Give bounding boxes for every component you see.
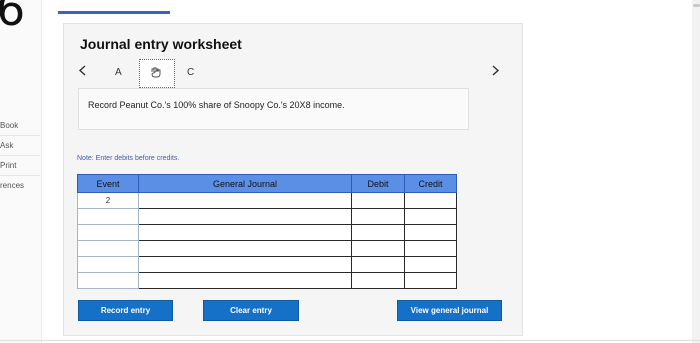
credit-input[interactable] bbox=[404, 240, 457, 257]
table-row bbox=[77, 208, 457, 225]
credit-input[interactable] bbox=[404, 256, 457, 273]
column-header-credit: Credit bbox=[404, 174, 457, 193]
chevron-left-icon[interactable] bbox=[78, 63, 87, 80]
debit-input[interactable] bbox=[351, 240, 405, 257]
note-text: Note: Enter debits before credits. bbox=[77, 155, 180, 162]
event-cell: 2 bbox=[77, 192, 139, 209]
debit-input[interactable] bbox=[351, 224, 405, 241]
table-row bbox=[77, 272, 457, 289]
record-entry-button[interactable]: Record entry bbox=[78, 300, 173, 321]
credit-input[interactable] bbox=[404, 224, 457, 241]
sidebar-item-ask[interactable]: Ask bbox=[0, 141, 13, 150]
credit-input[interactable] bbox=[404, 208, 457, 225]
bottom-divider bbox=[0, 340, 700, 341]
debit-input[interactable] bbox=[351, 272, 405, 289]
left-sidebar bbox=[0, 0, 42, 343]
sidebar-divider bbox=[0, 135, 40, 136]
question-number: 6 bbox=[0, 0, 26, 36]
sidebar-divider bbox=[0, 175, 40, 176]
sidebar-divider bbox=[0, 155, 40, 156]
description-text: Record Peanut Co.'s 100% share of Snoopy… bbox=[88, 100, 345, 110]
tab-b-selected[interactable] bbox=[139, 59, 175, 88]
scroll-thumb[interactable] bbox=[693, 4, 700, 7]
account-select[interactable] bbox=[138, 208, 352, 225]
sidebar-item-print[interactable]: Print bbox=[0, 161, 16, 170]
table-row bbox=[77, 256, 457, 273]
event-cell bbox=[77, 272, 139, 289]
event-cell bbox=[77, 208, 139, 225]
column-header-event: Event bbox=[77, 174, 139, 193]
view-general-journal-button[interactable]: View general journal bbox=[397, 300, 502, 321]
worksheet-title: Journal entry worksheet bbox=[80, 36, 242, 52]
event-cell bbox=[77, 224, 139, 241]
right-scrollbar[interactable] bbox=[692, 0, 700, 343]
table-header: Event General Journal Debit Credit bbox=[77, 174, 457, 193]
debit-input[interactable] bbox=[351, 256, 405, 273]
sidebar-item-book[interactable]: Book bbox=[0, 121, 18, 130]
account-select[interactable] bbox=[138, 240, 352, 257]
credit-input[interactable] bbox=[404, 272, 457, 289]
event-cell bbox=[77, 256, 139, 273]
sidebar-border bbox=[41, 0, 42, 343]
account-select[interactable] bbox=[138, 192, 352, 209]
table-row bbox=[77, 240, 457, 257]
account-select[interactable] bbox=[138, 256, 352, 273]
debit-input[interactable] bbox=[351, 192, 405, 209]
table-row: 2 bbox=[77, 192, 457, 209]
account-select[interactable] bbox=[138, 224, 352, 241]
table-row bbox=[77, 224, 457, 241]
debit-input[interactable] bbox=[351, 208, 405, 225]
chevron-right-icon[interactable] bbox=[491, 63, 500, 80]
sidebar-item-references[interactable]: rences bbox=[0, 181, 24, 190]
hand-pointer-icon bbox=[150, 65, 164, 83]
credit-input[interactable] bbox=[404, 192, 457, 209]
column-header-debit: Debit bbox=[351, 174, 405, 193]
tab-a[interactable]: A bbox=[115, 67, 122, 78]
tab-c[interactable]: C bbox=[187, 67, 194, 78]
progress-bar bbox=[58, 11, 170, 14]
event-cell bbox=[77, 240, 139, 257]
journal-table: Event General Journal Debit Credit 2 bbox=[77, 174, 457, 289]
account-select[interactable] bbox=[138, 272, 352, 289]
clear-entry-button[interactable]: Clear entry bbox=[203, 300, 299, 321]
column-header-general-journal: General Journal bbox=[138, 174, 352, 193]
